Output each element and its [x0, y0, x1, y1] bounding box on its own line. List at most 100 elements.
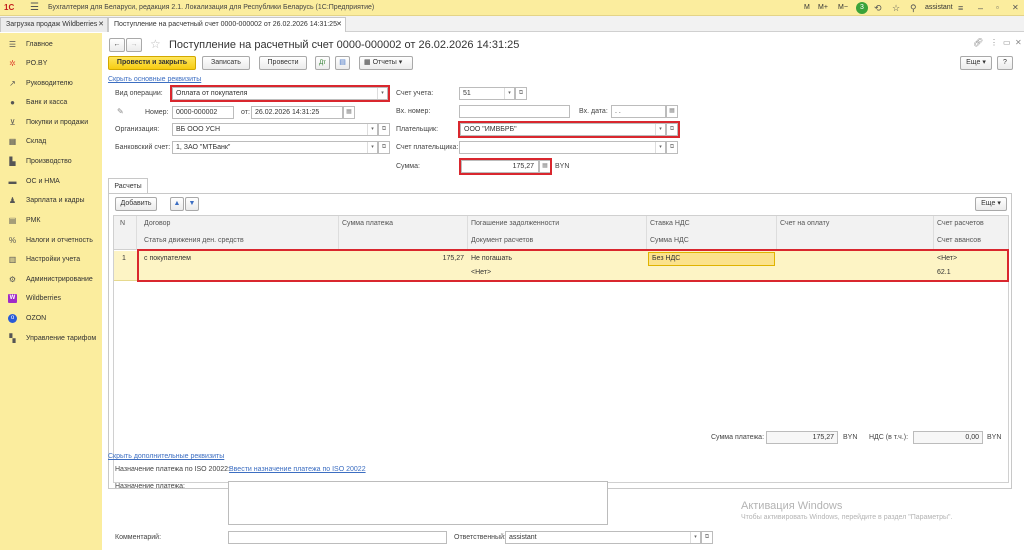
cell-repay[interactable]: Не погашать — [471, 252, 512, 266]
chevron-down-icon[interactable]: ▾ — [690, 532, 700, 543]
hide-extra-details-link[interactable]: Скрыть дополнительные реквизиты — [108, 453, 224, 460]
help-button[interactable]: ? — [997, 56, 1013, 70]
col-repay: Погашение задолженности — [471, 220, 560, 227]
m-minus-button[interactable]: M− — [838, 0, 848, 16]
table-row[interactable]: 1 с покупателем 175,27 Не погашать Без Н… — [114, 251, 1008, 281]
calculator-icon[interactable]: ▦ — [539, 160, 551, 173]
open-link-icon[interactable]: ⧉ — [515, 87, 527, 100]
bank-account-field[interactable]: 1, ЗАО "МТБанк" ▾ — [172, 141, 378, 154]
sidebar-item-manager[interactable]: ↗ Руководителю — [0, 74, 102, 93]
restore-form-icon[interactable]: ▭ — [1003, 38, 1011, 47]
settings-menu-icon[interactable]: ≡ — [958, 0, 963, 16]
payer-field[interactable]: ООО "ИМВБРБ" ▾ — [460, 123, 666, 136]
close-icon[interactable]: ✕ — [98, 18, 104, 32]
account-field[interactable]: 51 ▾ — [459, 87, 515, 100]
main-menu-icon[interactable]: ☰ — [30, 1, 39, 15]
hide-main-details-link[interactable]: Скрыть основные реквизиты — [108, 76, 201, 83]
chevron-down-icon[interactable]: ▾ — [377, 88, 387, 99]
sidebar-item-sales[interactable]: ⊻ Покупки и продажи — [0, 113, 102, 132]
journal-entries-icon[interactable]: Дт — [315, 56, 330, 70]
open-link-icon[interactable]: ⧉ — [701, 531, 713, 544]
sidebar-item-accounting-settings[interactable]: ▥ Настройки учета — [0, 250, 102, 269]
open-link-icon[interactable]: ⧉ — [666, 123, 678, 136]
reports-label: Отчеты — [372, 59, 397, 66]
close-form-icon[interactable]: ✕ — [1015, 38, 1022, 47]
table-more-button[interactable]: Еще ▾ — [975, 197, 1007, 211]
post-and-close-button[interactable]: Провести и закрыть — [108, 56, 196, 70]
favorite-icon[interactable]: ☆ — [892, 0, 900, 16]
notifications-icon[interactable]: 3 — [856, 2, 868, 14]
date-field[interactable]: 26.02.2026 14:31:25 — [251, 106, 343, 119]
cell-amount[interactable]: 175,27 — [342, 252, 464, 266]
back-button[interactable]: ← — [109, 38, 125, 52]
chevron-down-icon[interactable]: ▾ — [655, 124, 665, 135]
tab-wildberries-sales[interactable]: Загрузка продаж Wildberries ✕ — [0, 17, 108, 32]
incoming-number-field[interactable] — [459, 105, 570, 118]
sidebar-item-taxes[interactable]: % Налоги и отчетность — [0, 231, 102, 250]
tab-bank-receipt[interactable]: Поступление на расчетный счет 0000-00000… — [108, 17, 346, 32]
cell-settle-doc[interactable]: <Нет> — [471, 266, 491, 280]
close-icon[interactable]: ✕ — [1012, 0, 1019, 16]
m-button[interactable]: M — [804, 0, 810, 16]
cell-contract[interactable]: с покупателем — [144, 252, 191, 266]
truck-icon: ▬ — [8, 177, 17, 186]
move-down-icon[interactable]: ▼ — [185, 197, 199, 211]
history-icon[interactable]: ⟲ — [874, 0, 882, 16]
tab-settlements[interactable]: Расчеты — [108, 178, 148, 194]
ozon-icon: o — [8, 314, 17, 323]
chevron-down-icon[interactable]: ▾ — [367, 142, 377, 153]
cell-settle-acc[interactable]: <Нет> — [937, 252, 957, 266]
incoming-date-field[interactable]: . . — [611, 105, 666, 118]
open-link-icon[interactable]: ⧉ — [378, 123, 390, 136]
sidebar-item-bank[interactable]: ● Банк и касса — [0, 93, 102, 112]
iso-purpose-link[interactable]: Ввести назначение платежа по ISO 20022 — [229, 466, 366, 473]
m-plus-button[interactable]: M+ — [818, 0, 828, 16]
sidebar-item-main[interactable]: ☰ Главное — [0, 35, 102, 54]
user-name[interactable]: assistant — [925, 0, 953, 16]
sidebar-item-pos[interactable]: ▤ РМК — [0, 211, 102, 230]
number-edit-icon[interactable]: ✎ — [117, 107, 124, 116]
sum-field[interactable]: 175,27 — [461, 160, 539, 173]
forward-button[interactable]: → — [126, 38, 142, 52]
reports-button[interactable]: ▦ Отчеты ▾ — [359, 56, 413, 70]
responsible-field[interactable]: assistant ▾ — [505, 531, 701, 544]
sidebar-item-production[interactable]: ▙ Производство — [0, 152, 102, 171]
search-icon[interactable]: ⚲ — [910, 0, 917, 16]
favorite-star-icon[interactable]: ☆ — [150, 36, 161, 52]
sidebar-item-poby[interactable]: ✲ PO.BY — [0, 54, 102, 73]
restore-icon[interactable]: ▫ — [996, 0, 999, 16]
col-cf-item: Статья движения ден. средств — [144, 237, 244, 244]
cell-vat-rate[interactable]: Без НДС — [652, 252, 680, 266]
open-link-icon[interactable]: ⧉ — [666, 141, 678, 154]
structure-icon[interactable]: ▤ — [335, 56, 350, 70]
more-button[interactable]: Еще ▾ — [960, 56, 992, 70]
chevron-down-icon[interactable]: ▾ — [655, 142, 665, 153]
sidebar-item-admin[interactable]: ⚙ Администрирование — [0, 270, 102, 289]
operation-type-field[interactable]: Оплата от покупателя ▾ — [172, 87, 388, 100]
sidebar-item-tariff[interactable]: ▚ Управление тарифом — [0, 329, 102, 348]
cell-adv-acc[interactable]: 62.1 — [937, 266, 951, 280]
number-field[interactable]: 0000-000002 — [172, 106, 234, 119]
calendar-icon[interactable]: ▦ — [666, 105, 678, 118]
sidebar-item-warehouse[interactable]: ▦ Склад — [0, 132, 102, 151]
link-icon[interactable]: 🔗︎ — [973, 38, 983, 47]
chevron-down-icon[interactable]: ▾ — [367, 124, 377, 135]
save-button[interactable]: Записать — [202, 56, 250, 70]
add-row-button[interactable]: Добавить — [115, 197, 157, 211]
purpose-textarea[interactable] — [228, 481, 608, 525]
sidebar-item-ozon[interactable]: o OZON — [0, 309, 102, 328]
open-link-icon[interactable]: ⧉ — [378, 141, 390, 154]
close-icon[interactable]: ✕ — [336, 18, 342, 32]
payer-account-field[interactable]: ▾ — [459, 141, 666, 154]
organization-field[interactable]: ВБ ООО УСН ▾ — [172, 123, 378, 136]
sidebar-item-salary[interactable]: ♟ Зарплата и кадры — [0, 191, 102, 210]
more-vert-icon[interactable]: ⋮ — [990, 38, 998, 47]
calendar-icon[interactable]: ▦ — [343, 106, 355, 119]
comment-field[interactable] — [228, 531, 447, 544]
move-up-icon[interactable]: ▲ — [170, 197, 184, 211]
sidebar-item-wildberries[interactable]: W Wildberries — [0, 289, 102, 308]
chevron-down-icon[interactable]: ▾ — [504, 88, 514, 99]
minimize-icon[interactable]: – — [978, 0, 983, 16]
post-button[interactable]: Провести — [259, 56, 307, 70]
sidebar-item-assets[interactable]: ▬ ОС и НМА — [0, 172, 102, 191]
